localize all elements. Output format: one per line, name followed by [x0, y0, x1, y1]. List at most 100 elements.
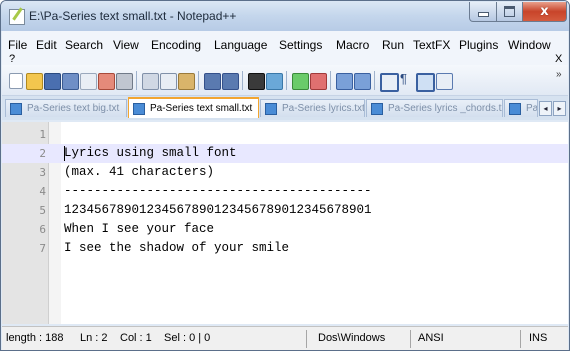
status-selection: Sel : 0 | 0	[164, 332, 211, 344]
status-bar: length : 188 Ln : 2 Col : 1 Sel : 0 | 0 …	[2, 326, 568, 350]
editor-line[interactable]: 6 When I see your face	[2, 220, 568, 239]
close-icon: x	[540, 4, 549, 19]
line-number: 2	[39, 147, 46, 160]
menu-plugins[interactable]: Plugins	[459, 38, 498, 52]
tab-pa-series-lyrics-chords[interactable]: Pa-Series lyrics _chords.txt	[366, 99, 503, 117]
minimize-icon	[477, 12, 489, 17]
line-text: ----------------------------------------…	[64, 184, 372, 198]
menu-textfx[interactable]: TextFX	[413, 38, 450, 52]
document-icon	[509, 102, 521, 115]
tab-scroll-left-button[interactable]: ◂	[539, 101, 552, 116]
status-length: length : 188	[6, 332, 64, 344]
show-all-chars-icon[interactable]: ¶	[400, 71, 415, 86]
line-number: 7	[39, 242, 46, 255]
tab-label: Pa-Series text big.txt	[27, 103, 120, 114]
tab-scroll-right-button[interactable]: ▸	[553, 101, 566, 116]
line-text: I see the shadow of your smile	[64, 241, 290, 255]
save-icon[interactable]	[44, 73, 61, 90]
document-icon	[133, 102, 145, 115]
document-icon	[10, 102, 22, 115]
maximize-button[interactable]	[496, 2, 523, 22]
title-bar[interactable]: E:\Pa-Series text small.txt - Notepad++ …	[1, 1, 569, 31]
tab-label: Pa	[526, 103, 538, 114]
minimize-button[interactable]	[469, 2, 497, 22]
indent-guide-icon[interactable]	[416, 73, 435, 92]
menu-file[interactable]: File	[8, 38, 27, 52]
line-number: 1	[39, 128, 46, 141]
menu-window[interactable]: Window	[508, 38, 551, 52]
maximize-icon	[504, 6, 515, 17]
line-text: (max. 41 characters)	[64, 165, 215, 179]
toolbar-separator	[136, 71, 137, 90]
menu-view[interactable]: View	[113, 38, 139, 52]
zoom-in-icon[interactable]	[292, 73, 309, 90]
menu-run[interactable]: Run	[382, 38, 404, 52]
print-icon[interactable]	[116, 73, 133, 90]
sync-vertical-icon[interactable]	[336, 73, 353, 90]
close-icon[interactable]	[80, 73, 97, 90]
editor-line[interactable]: 4 --------------------------------------…	[2, 182, 568, 201]
notepadpp-app-icon[interactable]	[9, 9, 25, 25]
status-divider	[520, 330, 521, 348]
toolbar-overflow-button[interactable]: »	[556, 69, 562, 80]
tab-bar: Pa-Series text big.txt Pa-Series text sm…	[2, 96, 568, 120]
editor-line[interactable]: 1	[2, 125, 568, 144]
tab-pa-series-text-big[interactable]: Pa-Series text big.txt	[5, 99, 127, 117]
close-window-button[interactable]: x	[522, 2, 567, 22]
status-eol-format: Dos\Windows	[318, 332, 386, 344]
doc-map-icon[interactable]	[436, 73, 453, 90]
redo-icon[interactable]	[222, 73, 239, 90]
toolbar-separator	[374, 71, 375, 90]
tab-pa-series-text-small[interactable]: Pa-Series text small.txt	[128, 97, 259, 118]
close-all-icon[interactable]	[98, 73, 115, 90]
menu-search[interactable]: Search	[65, 38, 103, 52]
editor-line[interactable]: 3 (max. 41 characters)	[2, 163, 568, 182]
editor-line[interactable]: 7 I see the shadow of your smile	[2, 239, 568, 258]
text-caret	[64, 146, 65, 161]
close-document-button[interactable]: X	[555, 53, 562, 65]
status-column: Col : 1	[120, 332, 152, 344]
toolbar-separator	[242, 71, 243, 90]
text-editor[interactable]: 1 2 Lyrics using small font 3 (max. 41 c…	[2, 122, 568, 324]
menu-edit[interactable]: Edit	[36, 38, 57, 52]
menu-encoding[interactable]: Encoding	[151, 38, 201, 52]
line-number: 6	[39, 223, 46, 236]
toolbar-separator	[198, 71, 199, 90]
cut-icon[interactable]	[142, 73, 159, 90]
tab-label: Pa-Series text small.txt	[150, 103, 253, 114]
document-icon	[371, 102, 383, 115]
new-file-icon[interactable]	[9, 73, 23, 89]
editor-line[interactable]: 5 12345678901234567890123456789012345678…	[2, 201, 568, 220]
save-all-icon[interactable]	[62, 73, 79, 90]
sync-horizontal-icon[interactable]	[354, 73, 371, 90]
zoom-out-icon[interactable]	[310, 73, 327, 90]
status-divider	[410, 330, 411, 348]
status-insert-mode: INS	[529, 332, 548, 344]
menu-language[interactable]: Language	[214, 38, 267, 52]
window-title: E:\Pa-Series text small.txt - Notepad++	[29, 9, 237, 23]
replace-icon[interactable]	[266, 73, 283, 90]
line-text: When I see your face	[64, 222, 215, 236]
undo-icon[interactable]	[204, 73, 221, 90]
tab-pa-truncated[interactable]: Pa	[504, 99, 538, 117]
editor-line-current[interactable]: 2 Lyrics using small font	[2, 144, 568, 163]
menu-bar: File Edit Search View Encoding Language …	[2, 31, 568, 65]
open-file-icon[interactable]	[26, 73, 43, 90]
copy-icon[interactable]	[160, 73, 177, 90]
line-number: 4	[39, 185, 46, 198]
toolbar: ¶ »	[2, 65, 568, 96]
line-number: 3	[39, 166, 46, 179]
find-icon[interactable]	[248, 73, 265, 90]
toolbar-separator	[286, 71, 287, 90]
status-line: Ln : 2	[80, 332, 108, 344]
menu-settings[interactable]: Settings	[279, 38, 322, 52]
tab-pa-series-lyrics[interactable]: Pa-Series lyrics.txt	[260, 99, 365, 117]
menu-help[interactable]: ?	[9, 53, 15, 65]
line-text: Lyrics using small font	[64, 146, 237, 160]
status-divider	[306, 330, 307, 348]
paste-icon[interactable]	[178, 73, 195, 90]
tab-label: Pa-Series lyrics _chords.txt	[388, 103, 503, 114]
word-wrap-icon[interactable]	[380, 73, 399, 92]
menu-macro[interactable]: Macro	[336, 38, 369, 52]
line-text: 1234567890123456789012345678901234567890…	[64, 203, 372, 217]
